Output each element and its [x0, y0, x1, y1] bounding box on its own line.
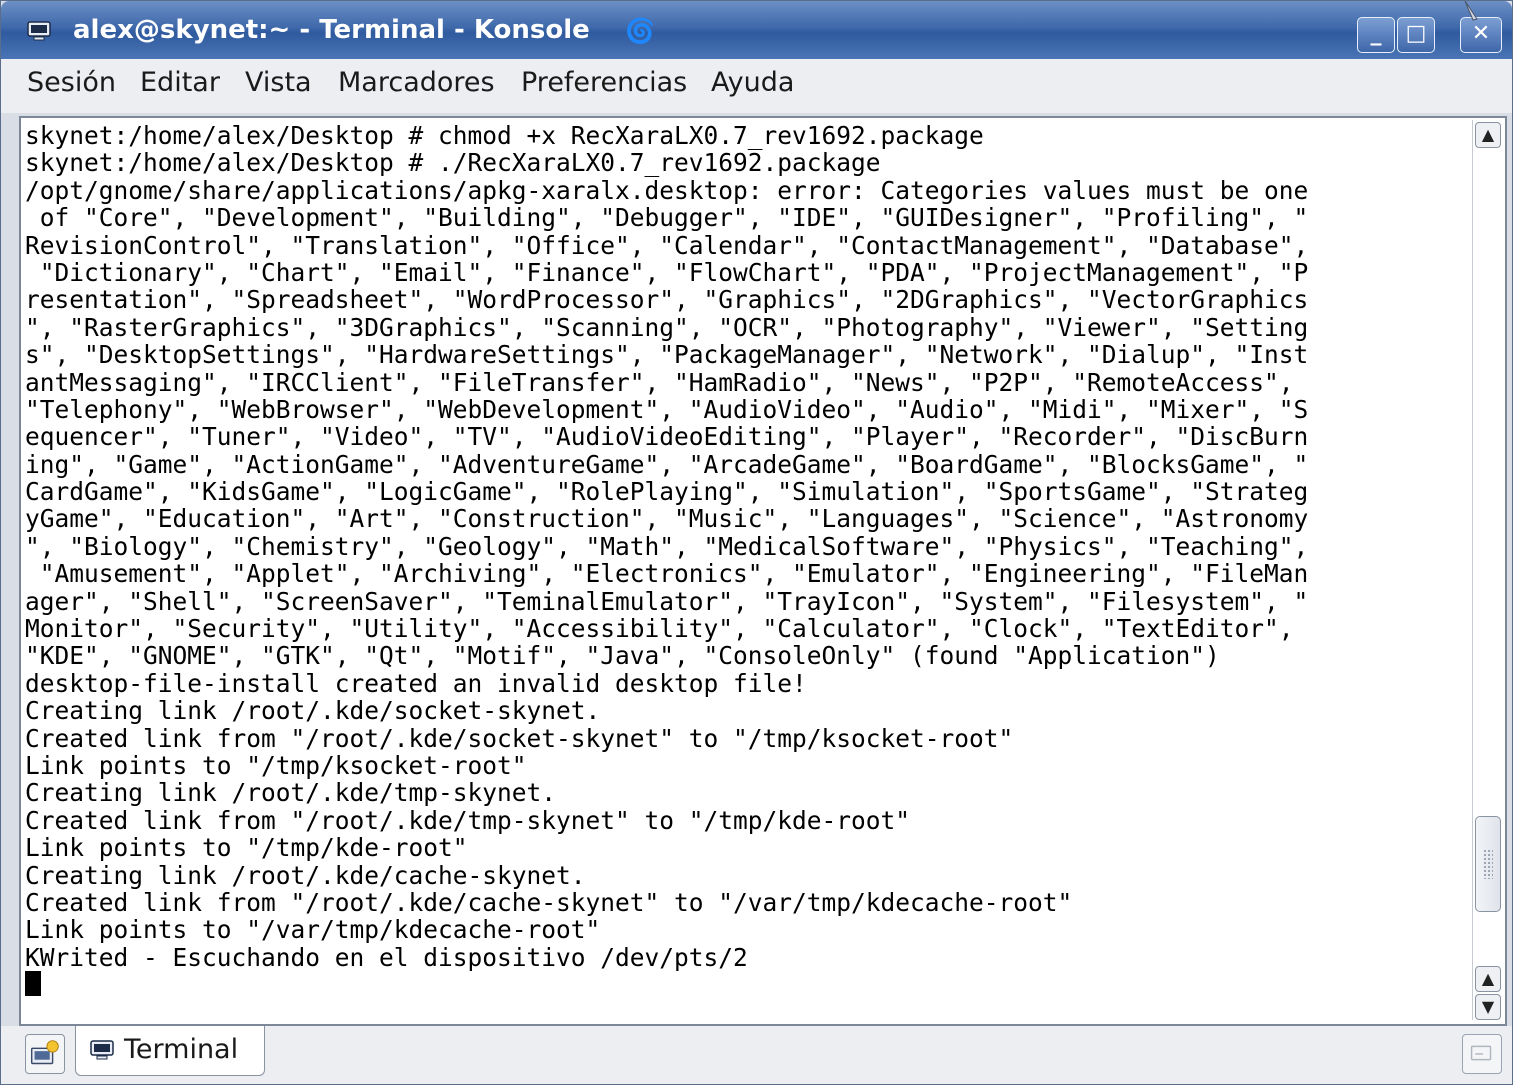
- new-session-button[interactable]: [25, 1034, 65, 1074]
- terminal-line: Monitor", "Security", "Utility", "Access…: [25, 614, 1294, 644]
- terminal-line: Created link from "/root/.kde/socket-sky…: [25, 723, 1014, 753]
- terminal-line: Creating link /root/.kde/socket-skynet.: [25, 696, 601, 726]
- menu-marcadores[interactable]: Marcadores: [338, 67, 495, 98]
- terminal-line: skynet:/home/alex/Desktop # chmod +x Rec…: [25, 121, 984, 150]
- terminal-line: "KDE", "GNOME", "GTK", "Qt", "Motif", "J…: [25, 641, 1220, 671]
- vertical-scrollbar[interactable]: ▲ ▲ ▼: [1472, 120, 1503, 1020]
- terminal-line: "Telephony", "WebBrowser", "WebDevelopme…: [25, 394, 1309, 424]
- terminal-line: Link points to "/var/tmp/kdecache-root": [25, 915, 601, 945]
- terminal-line: Creating link /root/.kde/tmp-skynet.: [25, 778, 557, 808]
- thumb-grip-icon: [1483, 848, 1493, 879]
- tab-label: Terminal: [124, 1034, 239, 1065]
- text-cursor: [25, 971, 41, 997]
- terminal-line: equencer", "Tuner", "Video", "TV", "Audi…: [25, 422, 1309, 452]
- terminal-app-icon[interactable]: [27, 21, 51, 41]
- terminal-line: ing", "Game", "ActionGame", "AdventureGa…: [25, 449, 1309, 479]
- terminal-line: "Amusement", "Applet", "Archiving", "Ele…: [25, 559, 1309, 589]
- menu-preferencias[interactable]: Preferencias: [521, 67, 687, 98]
- terminal-line: ", "RasterGraphics", "3DGraphics", "Scan…: [25, 312, 1309, 342]
- terminal-line: CardGame", "KidsGame", "LogicGame", "Rol…: [25, 477, 1309, 507]
- terminal-line: antMessaging", "IRCClient", "FileTransfe…: [25, 367, 1294, 397]
- minimize-button[interactable]: _: [1357, 17, 1395, 53]
- tab-bar: Terminal: [1, 1026, 1512, 1084]
- sticky-swirl-icon: 🌀: [625, 17, 655, 45]
- terminal-line: Creating link /root/.kde/cache-skynet.: [25, 860, 586, 890]
- close-session-button[interactable]: [1462, 1034, 1502, 1074]
- terminal-line: RevisionControl", "Translation", "Office…: [25, 230, 1309, 260]
- terminal-line: Link points to "/tmp/ksocket-root": [25, 750, 527, 780]
- menu-vista[interactable]: Vista: [245, 67, 312, 98]
- terminal-line: s", "DesktopSettings", "HardwareSettings…: [25, 340, 1309, 370]
- terminal-line: ager", "Shell", "ScreenSaver", "TeminalE…: [25, 586, 1309, 616]
- scroll-down-button[interactable]: ▼: [1475, 994, 1501, 1020]
- mouse-pointer-icon: [1464, 1, 1478, 21]
- menu-sesion[interactable]: Sesión: [27, 67, 116, 98]
- terminal-line: /opt/gnome/share/applications/apkg-xaral…: [25, 175, 1309, 205]
- prompt-line[interactable]: [25, 971, 1465, 998]
- terminal-view[interactable]: skynet:/home/alex/Desktop # chmod +x Rec…: [19, 116, 1507, 1026]
- terminal-line: Created link from "/root/.kde/cache-skyn…: [25, 887, 1073, 917]
- terminal-line: Created link from "/root/.kde/tmp-skynet…: [25, 805, 911, 835]
- window-title: alex@skynet:~ - Terminal - Konsole: [73, 15, 590, 45]
- maximize-button[interactable]: □: [1397, 17, 1435, 53]
- scrollbar-thumb[interactable]: [1475, 815, 1501, 912]
- menu-editar[interactable]: Editar: [140, 67, 220, 98]
- title-bar[interactable]: alex@skynet:~ - Terminal - Konsole 🌀 _ □…: [1, 1, 1512, 59]
- terminal-line: ", "Biology", "Chemistry", "Geology", "M…: [25, 531, 1309, 561]
- scroll-up-button-lower[interactable]: ▲: [1475, 966, 1501, 992]
- terminal-line: of "Core", "Development", "Building", "D…: [25, 203, 1309, 233]
- konsole-window: alex@skynet:~ - Terminal - Konsole 🌀 _ □…: [0, 0, 1513, 1085]
- terminal-line: skynet:/home/alex/Desktop # ./RecXaraLX0…: [25, 148, 881, 178]
- terminal-output[interactable]: skynet:/home/alex/Desktop # chmod +x Rec…: [25, 122, 1465, 999]
- terminal-line: KWrited - Escuchando en el dispositivo /…: [25, 942, 748, 972]
- terminal-icon: [90, 1040, 114, 1060]
- new-session-icon: [30, 1040, 59, 1065]
- terminal-line: Link points to "/tmp/kde-root": [25, 833, 468, 863]
- menu-ayuda[interactable]: Ayuda: [711, 67, 794, 98]
- tab-terminal[interactable]: Terminal: [75, 1026, 265, 1076]
- terminal-line: yGame", "Education", "Art", "Constructio…: [25, 504, 1309, 534]
- scroll-up-button[interactable]: ▲: [1475, 122, 1501, 148]
- terminal-line: resentation", "Spreadsheet", "WordProces…: [25, 285, 1309, 315]
- close-button[interactable]: ✕: [1460, 17, 1502, 53]
- terminal-line: "Dictionary", "Chart", "Email", "Finance…: [25, 257, 1309, 287]
- menu-bar: Sesión Editar Vista Marcadores Preferenc…: [1, 59, 1512, 113]
- close-session-icon: [1470, 1045, 1492, 1061]
- terminal-line: desktop-file-install created an invalid …: [25, 668, 807, 698]
